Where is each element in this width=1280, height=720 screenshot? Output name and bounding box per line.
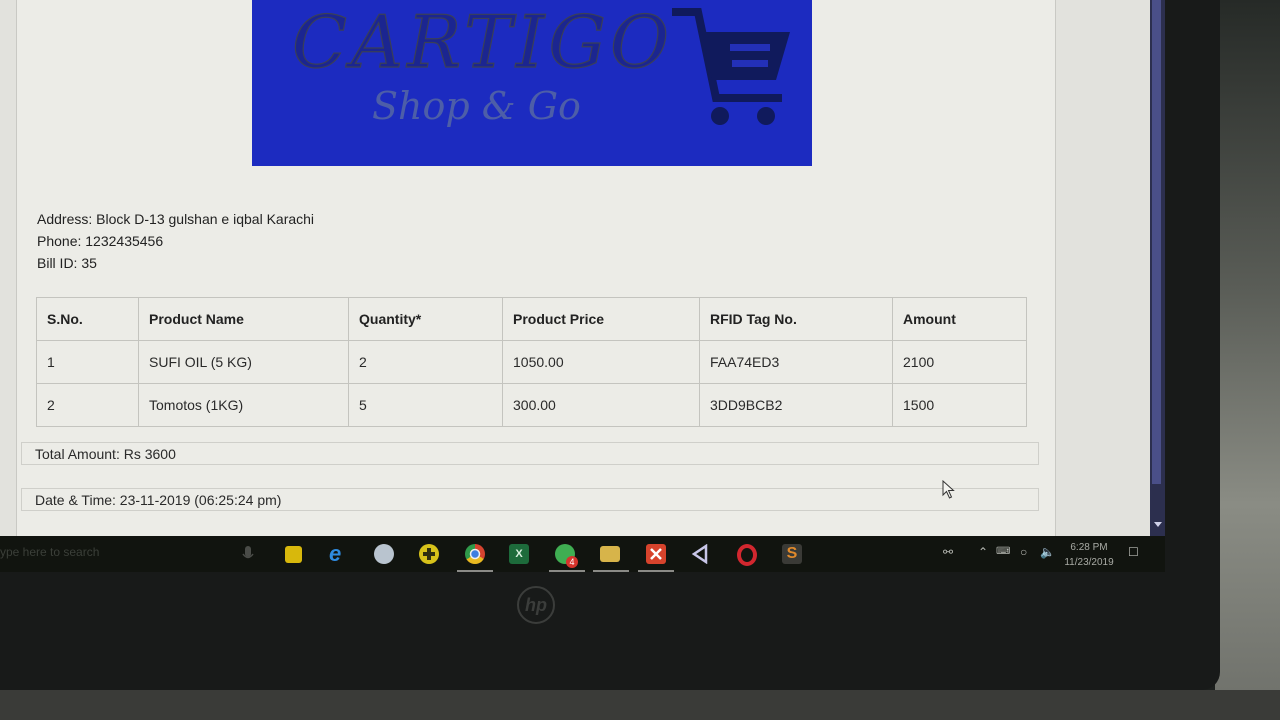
sticky-notes-icon[interactable]	[285, 546, 302, 563]
sublime-icon[interactable]: S	[782, 544, 802, 564]
file-explorer-icon[interactable]	[600, 546, 620, 562]
whatsapp-badge: 4	[566, 556, 578, 568]
paint-icon[interactable]	[374, 544, 394, 564]
cell-product-price: 1050.00	[502, 340, 700, 384]
microphone-icon[interactable]	[241, 544, 255, 564]
store-address: Address: Block D-13 gulshan e iqbal Kara…	[37, 211, 315, 227]
logo-banner: CARTIGO Shop & Go	[252, 0, 812, 166]
plus-app-icon[interactable]	[419, 544, 439, 564]
wifi-icon[interactable]: ○	[1020, 545, 1027, 559]
header-sno: S.No.	[36, 297, 139, 341]
store-phone: Phone: 1232435456	[37, 233, 164, 249]
people-icon[interactable]: ⚯	[943, 545, 953, 559]
clock-time: 6:28 PM	[1070, 542, 1108, 553]
opera-icon[interactable]	[737, 544, 757, 566]
taskbar-clock[interactable]: 6:28 PM 11/23/2019	[1058, 540, 1120, 570]
brand-logo-text: CARTIGO	[291, 0, 674, 85]
header-rfid: RFID Tag No.	[699, 297, 893, 341]
header-product-price: Product Price	[502, 297, 700, 341]
keyboard-icon[interactable]: ⌨	[996, 546, 1010, 557]
header-quantity: Quantity*	[348, 297, 503, 341]
cell-rfid: FAA74ED3	[699, 340, 893, 384]
chevron-up-icon[interactable]: ⌃	[978, 545, 988, 559]
xampp-running-indicator	[638, 570, 674, 572]
taskbar-search-input[interactable]: ype here to search	[0, 545, 99, 559]
notifications-icon[interactable]: ☐	[1128, 545, 1139, 559]
cell-quantity: 5	[348, 383, 503, 427]
volume-muted-icon[interactable]: 🔈	[1040, 545, 1055, 559]
chrome-running-indicator	[457, 570, 493, 572]
cell-rfid: 3DD9BCB2	[699, 383, 893, 427]
xampp-icon[interactable]	[646, 544, 666, 564]
taskbar	[0, 536, 1165, 572]
bill-table: S.No. Product Name Quantity* Product Pri…	[36, 297, 1027, 427]
explorer-running-indicator	[593, 570, 629, 572]
scroll-down-arrow-icon[interactable]	[1154, 522, 1162, 527]
cell-sno: 2	[36, 383, 139, 427]
brand-tagline: Shop & Go	[372, 84, 581, 128]
cell-product-price: 300.00	[502, 383, 700, 427]
whatsapp-running-indicator	[549, 570, 585, 572]
excel-icon[interactable]: X	[509, 544, 529, 564]
shopping-cart-icon	[672, 8, 790, 125]
edge-icon[interactable]: e	[329, 543, 349, 565]
cell-amount: 1500	[892, 383, 1027, 427]
table-header-row: S.No. Product Name Quantity* Product Pri…	[36, 297, 1027, 341]
background-right	[1215, 0, 1280, 720]
table-row: 2 Tomotos (1KG) 5 300.00 3DD9BCB2 1500	[36, 383, 1027, 427]
screen: CARTIGO Shop & Go Address: Block D-13 gu…	[0, 0, 1165, 536]
table-row: 1 SUFI OIL (5 KG) 2 1050.00 FAA74ED3 210…	[36, 340, 1027, 384]
date-time: Date & Time: 23-11-2019 (06:25:24 pm)	[21, 488, 1039, 511]
mouse-pointer-icon	[942, 480, 955, 499]
chrome-icon[interactable]	[465, 544, 485, 564]
visual-studio-icon[interactable]	[691, 543, 711, 565]
hp-logo-icon: hp	[517, 586, 555, 624]
clock-date: 11/23/2019	[1064, 557, 1114, 568]
total-amount: Total Amount: Rs 3600	[21, 442, 1039, 465]
bill-id: Bill ID: 35	[37, 255, 97, 271]
laptop-chin	[0, 690, 1280, 720]
cell-sno: 1	[36, 340, 139, 384]
header-amount: Amount	[892, 297, 1027, 341]
cell-product-name: Tomotos (1KG)	[138, 383, 349, 427]
cell-quantity: 2	[348, 340, 503, 384]
cell-amount: 2100	[892, 340, 1027, 384]
cell-product-name: SUFI OIL (5 KG)	[138, 340, 349, 384]
scrollbar-thumb[interactable]	[1152, 0, 1161, 484]
header-product-name: Product Name	[138, 297, 349, 341]
